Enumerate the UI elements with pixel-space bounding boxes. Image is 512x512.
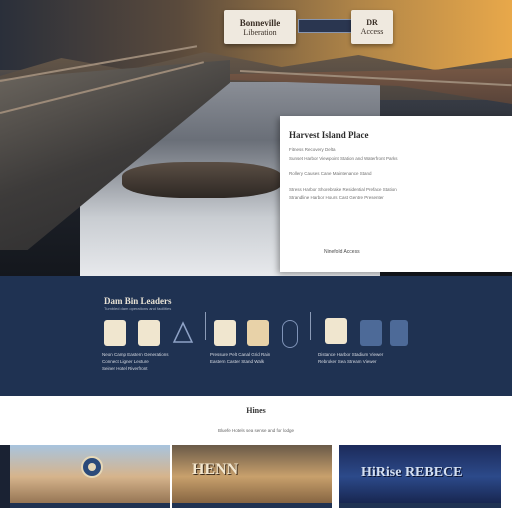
- gear-icon[interactable]: [214, 320, 236, 346]
- search-input[interactable]: [298, 19, 352, 33]
- emblem-icon: [81, 456, 103, 478]
- listing-card-strip: [339, 503, 501, 508]
- listing-card-label: HiRise REBECE: [361, 465, 463, 480]
- listings-section: Hines Bluefe Hotels sea sense and for lo…: [0, 396, 512, 512]
- feature-text-2: Pressure Pelt Canal Grid Rain Eastern Ca…: [210, 351, 310, 365]
- info-card-line: Stress Harbor Shorebrake Residential Pre…: [289, 187, 397, 192]
- info-card-title: Harvest Island Place: [289, 130, 369, 140]
- feature-line: Rebroker Sea Stream Viewer: [318, 359, 377, 364]
- feature-line: Eastern Caster Stand Walk: [210, 359, 265, 364]
- access-button[interactable]: DR Access: [351, 10, 393, 44]
- divider: [310, 312, 311, 340]
- camera-icon[interactable]: [104, 320, 126, 346]
- listing-card-2[interactable]: HENN: [172, 445, 332, 508]
- divider: [205, 312, 206, 340]
- access-button-line1: DR: [366, 18, 378, 27]
- listing-card-label: HENN: [192, 461, 239, 478]
- feature-text-1: Neon Camp Eastern Generations Connect Li…: [102, 351, 202, 372]
- features-band: Dam Bin Leaders Tumbled dam operations a…: [0, 276, 512, 396]
- printer-icon[interactable]: [138, 320, 160, 346]
- info-card-link[interactable]: Ninefold Access: [324, 249, 360, 255]
- features-title: Dam Bin Leaders: [104, 296, 172, 306]
- listings-heading: Hines: [246, 406, 266, 415]
- lock-icon[interactable]: [360, 320, 382, 346]
- feature-line: Seiner Hotel Riverfront: [102, 366, 148, 371]
- access-button-line2: Access: [360, 27, 384, 36]
- hero-info-card: Harvest Island Place Fitness Recovery De…: [280, 116, 512, 272]
- anchor-icon[interactable]: [325, 318, 347, 344]
- listing-card-strip: [10, 503, 170, 508]
- section-edge: [0, 445, 10, 508]
- listings-tagline: Bluefe Hotels sea sense and for lodge: [217, 428, 295, 433]
- feature-line: Connect Ligner Lexture: [102, 359, 149, 364]
- recycle-icon[interactable]: [172, 320, 194, 346]
- brand-logo[interactable]: Bonneville Liberation: [224, 10, 296, 44]
- map-icon[interactable]: [247, 320, 269, 346]
- feature-text-3: Distance Harbor Stadium Viewer Rebroker …: [318, 351, 418, 365]
- info-card-line: Sunset Harbor Viewpoint Station and Wate…: [289, 156, 398, 161]
- hero-rock: [122, 162, 282, 198]
- brand-line2: Liberation: [243, 27, 277, 37]
- shield-icon[interactable]: [282, 320, 298, 348]
- feature-line: Neon Camp Eastern Generations: [102, 352, 169, 357]
- listing-card-3[interactable]: HiRise REBECE: [339, 445, 501, 508]
- feature-line: Pressure Pelt Canal Grid Rain: [210, 352, 271, 357]
- listing-card-strip: [172, 503, 332, 508]
- features-subtitle: Tumbled dam operations and facilities: [104, 306, 172, 311]
- listing-card-1[interactable]: [10, 445, 170, 508]
- info-card-line: Strandline Harbor Hours Cast Gentre Pres…: [289, 195, 384, 200]
- info-card-line: Fitness Recovery Delta: [289, 147, 336, 152]
- document-icon[interactable]: [390, 320, 408, 346]
- info-card-line: Rollery Causes Cane Maintenance Stand: [289, 171, 372, 176]
- feature-line: Distance Harbor Stadium Viewer: [318, 352, 384, 357]
- brand-line1: Bonneville: [239, 17, 281, 28]
